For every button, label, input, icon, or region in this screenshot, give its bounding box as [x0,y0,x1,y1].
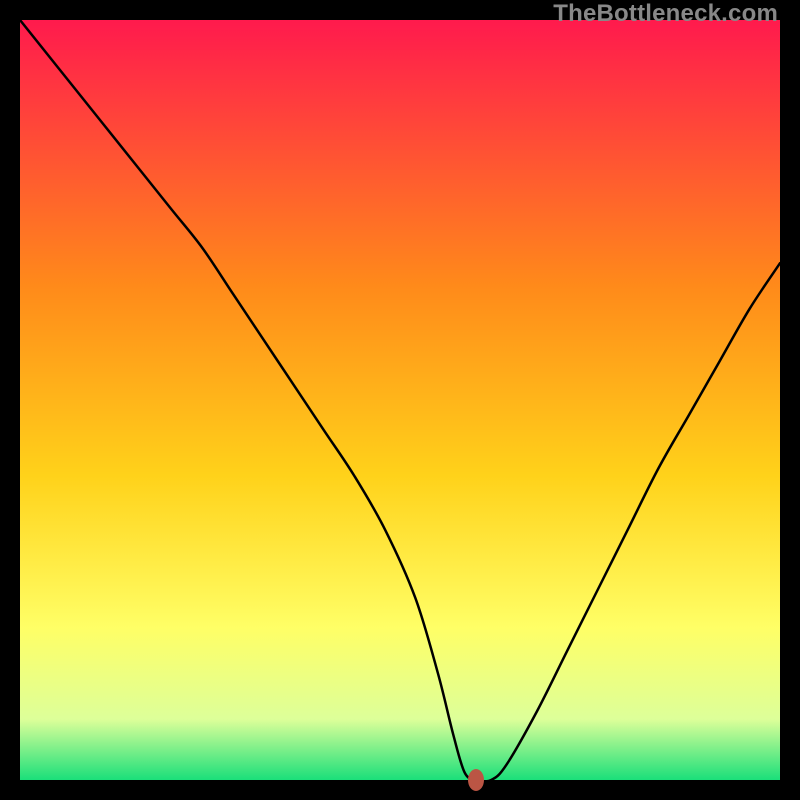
attribution-text: TheBottleneck.com [553,0,778,28]
chart-frame [20,20,780,780]
gradient-background [20,20,780,780]
optimum-marker [468,769,484,791]
bottleneck-chart [20,20,780,780]
